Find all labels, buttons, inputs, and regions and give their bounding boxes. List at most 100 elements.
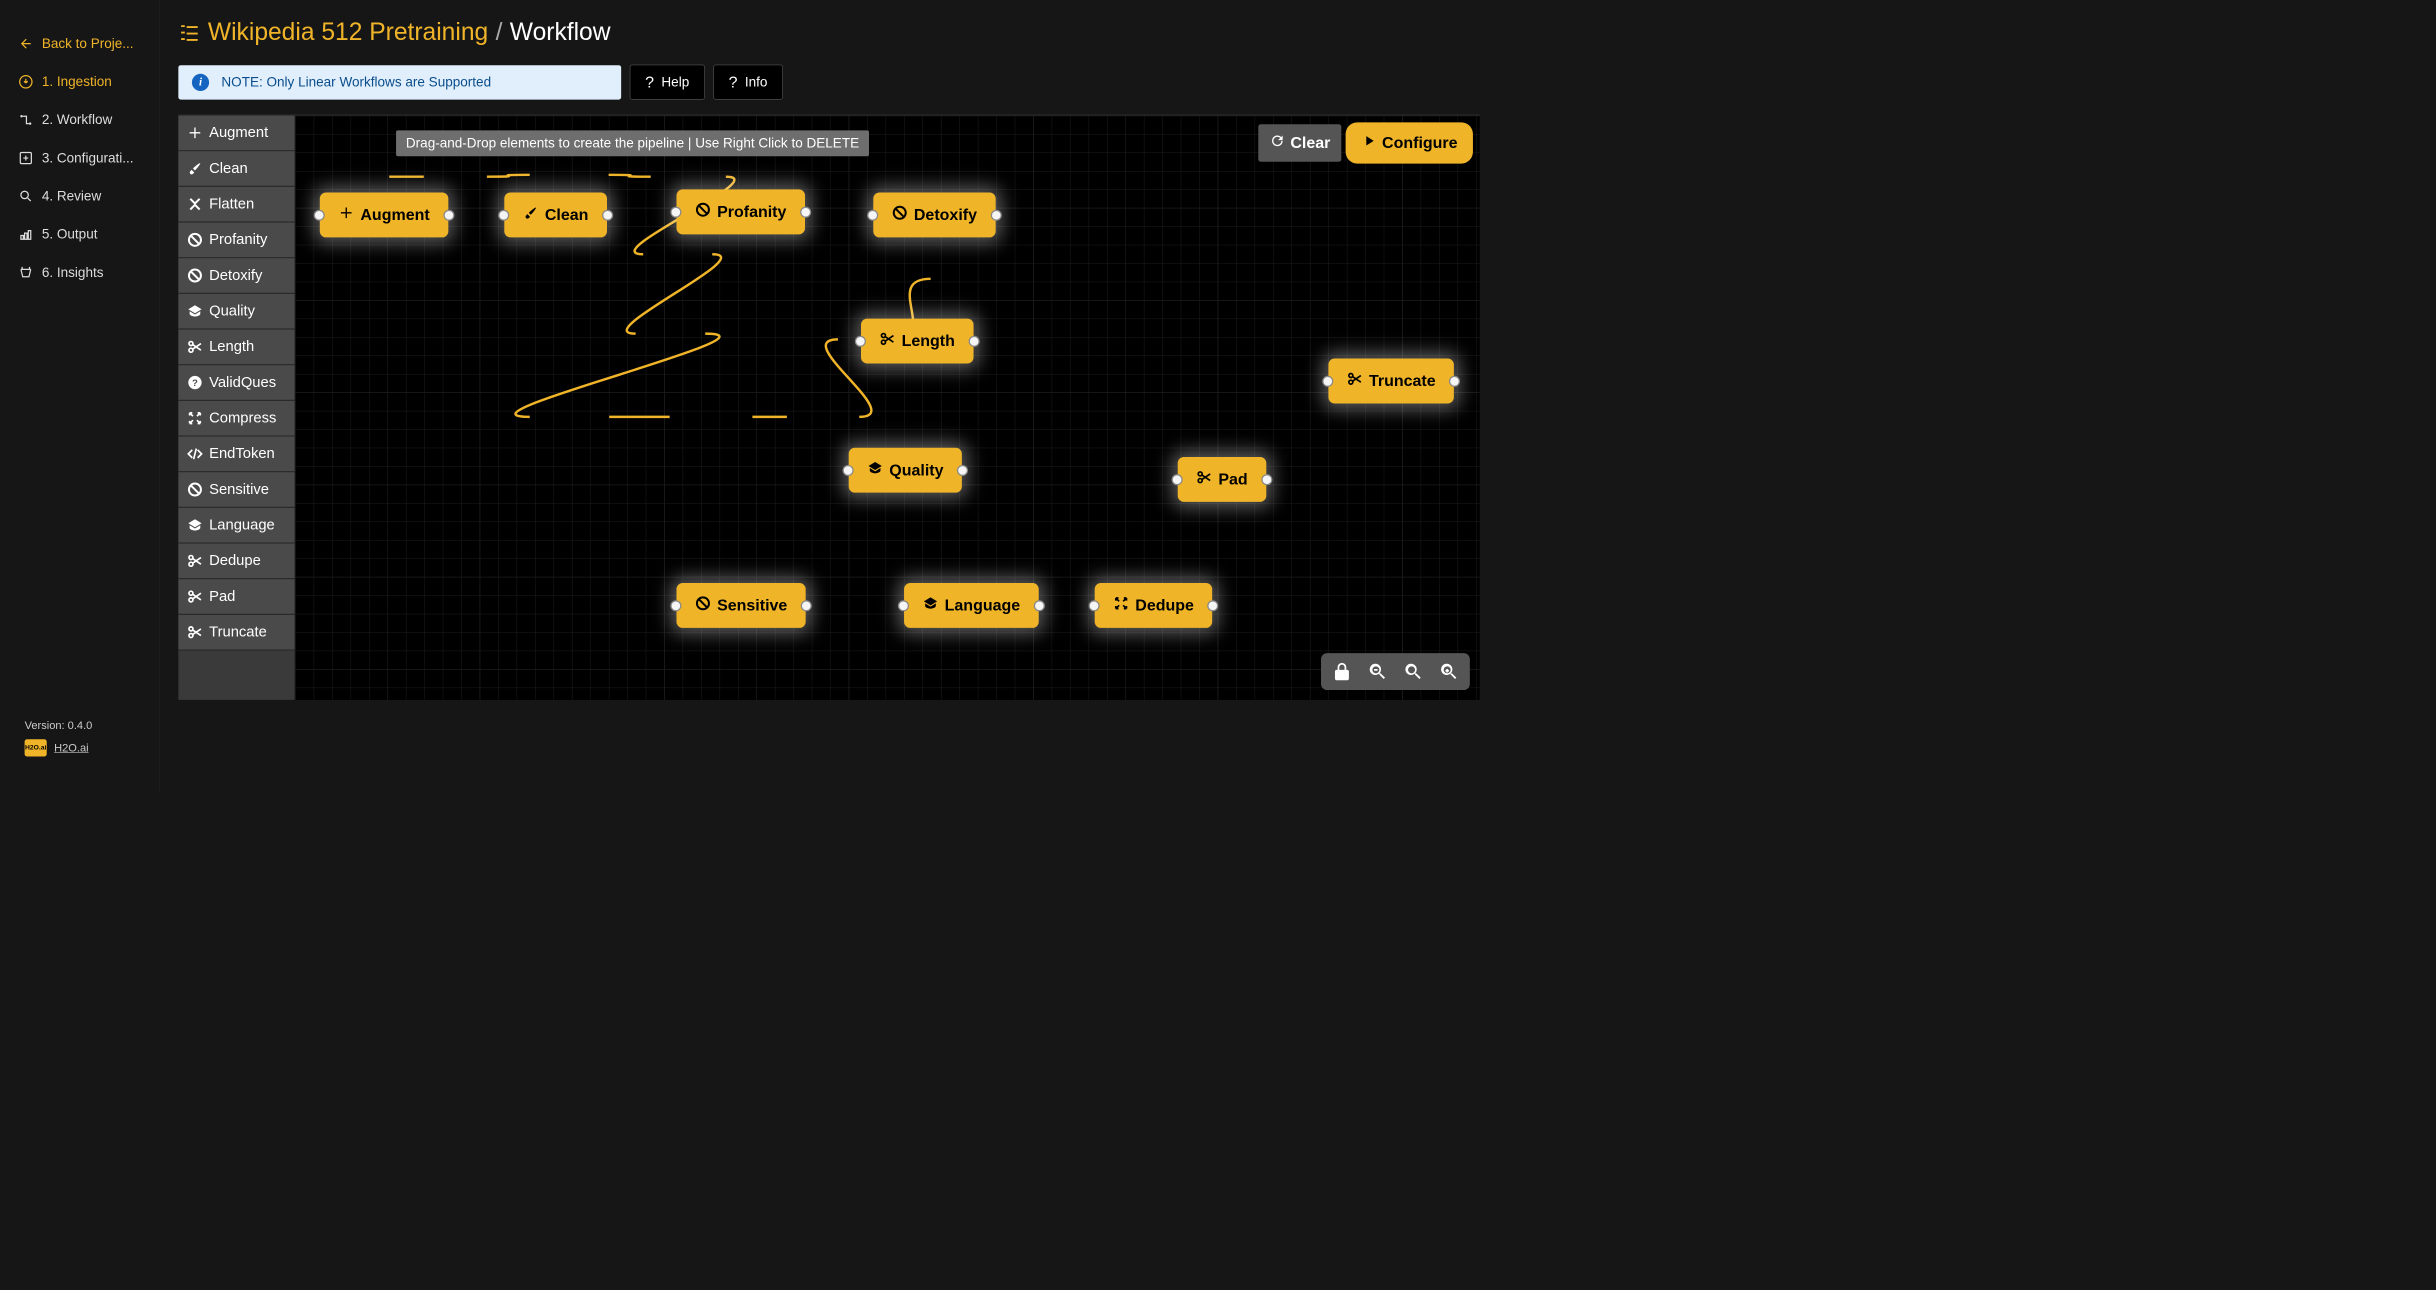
brand-link[interactable]: H2O.ai xyxy=(54,741,88,754)
breadcrumb-project[interactable]: Wikipedia 512 Pretraining xyxy=(208,18,488,46)
node-label: Pad xyxy=(1218,470,1247,489)
port-in[interactable] xyxy=(1089,600,1100,611)
help-button[interactable]: ? Help xyxy=(630,65,705,100)
cut-icon xyxy=(187,589,203,605)
zoom-out-button[interactable] xyxy=(1363,657,1393,687)
port-in[interactable] xyxy=(867,209,878,220)
node-language[interactable]: Language xyxy=(904,583,1039,628)
palette-item-augment[interactable]: Augment xyxy=(178,116,294,152)
ban-icon xyxy=(187,268,203,284)
breadcrumb-current: Workflow xyxy=(510,18,611,46)
port-in[interactable] xyxy=(314,209,325,220)
workspace: AugmentCleanFlattenProfanityDetoxifyQual… xyxy=(178,116,1479,700)
sidebar-back[interactable]: Back to Proje... xyxy=(0,25,159,63)
port-out[interactable] xyxy=(800,206,811,217)
node-length[interactable]: Length xyxy=(861,319,973,364)
node-label: Truncate xyxy=(1369,371,1436,390)
port-in[interactable] xyxy=(670,600,681,611)
node-pad[interactable]: Pad xyxy=(1178,457,1266,502)
palette-item-dedupe[interactable]: Dedupe xyxy=(178,544,294,580)
port-in[interactable] xyxy=(498,209,509,220)
configure-label: Configure xyxy=(1382,133,1458,152)
palette-item-clean[interactable]: Clean xyxy=(178,151,294,187)
sidebar-item-label: 5. Output xyxy=(42,226,98,242)
cut-icon xyxy=(187,553,203,569)
version-label: Version: 0.4.0 xyxy=(25,719,135,732)
question-icon: ? xyxy=(187,375,203,391)
palette-item-label: Flatten xyxy=(209,196,254,213)
zoom-reset-button[interactable] xyxy=(1399,657,1429,687)
sidebar-item-3-configurati-[interactable]: 3. Configurati... xyxy=(0,139,159,177)
lock-button[interactable] xyxy=(1327,657,1357,687)
sidebar-item-4-review[interactable]: 4. Review xyxy=(0,177,159,215)
grad-icon xyxy=(187,303,203,319)
sidebar-item-1-ingestion[interactable]: 1. Ingestion xyxy=(0,63,159,101)
configure-button[interactable]: Configure xyxy=(1348,124,1471,162)
compress-icon xyxy=(187,410,203,426)
bottom-controls xyxy=(1321,653,1470,690)
node-label: Quality xyxy=(889,461,943,480)
port-out[interactable] xyxy=(957,465,968,476)
node-augment[interactable]: Augment xyxy=(320,192,448,237)
palette-item-label: Sensitive xyxy=(209,481,269,498)
port-out[interactable] xyxy=(1207,600,1218,611)
palette-item-detoxify[interactable]: Detoxify xyxy=(178,258,294,294)
node-quality[interactable]: Quality xyxy=(849,448,962,493)
cut-icon xyxy=(1196,469,1212,489)
palette-item-pad[interactable]: Pad xyxy=(178,579,294,615)
port-in[interactable] xyxy=(1322,375,1333,386)
port-out[interactable] xyxy=(968,335,979,346)
info-icon: i xyxy=(192,73,209,90)
sidebar-item-6-insights[interactable]: 6. Insights xyxy=(0,253,159,291)
sidebar-item-5-output[interactable]: 5. Output xyxy=(0,215,159,253)
flatten-icon xyxy=(187,196,203,212)
palette-item-compress[interactable]: Compress xyxy=(178,401,294,437)
node-label: Profanity xyxy=(717,202,786,221)
palette-item-quality[interactable]: Quality xyxy=(178,294,294,330)
port-out[interactable] xyxy=(1261,474,1272,485)
breadcrumb-sep: / xyxy=(496,18,503,46)
node-dedupe[interactable]: Dedupe xyxy=(1095,583,1213,628)
node-detoxify[interactable]: Detoxify xyxy=(873,192,995,237)
palette-item-label: Language xyxy=(209,517,275,534)
zoom-in-button[interactable] xyxy=(1434,657,1464,687)
port-in[interactable] xyxy=(1172,474,1183,485)
node-label: Sensitive xyxy=(717,596,787,615)
port-in[interactable] xyxy=(855,335,866,346)
ban-icon xyxy=(187,482,203,498)
palette-item-flatten[interactable]: Flatten xyxy=(178,187,294,223)
refresh-icon xyxy=(1269,133,1285,153)
node-label: Clean xyxy=(545,205,589,224)
sidebar-item-2-workflow[interactable]: 2. Workflow xyxy=(0,101,159,139)
info-button[interactable]: ? Info xyxy=(713,65,783,100)
clear-button[interactable]: Clear xyxy=(1258,124,1341,162)
port-out[interactable] xyxy=(602,209,613,220)
port-out[interactable] xyxy=(1034,600,1045,611)
port-out[interactable] xyxy=(443,209,454,220)
node-sensitive[interactable]: Sensitive xyxy=(677,583,806,628)
port-out[interactable] xyxy=(801,600,812,611)
palette-item-truncate[interactable]: Truncate xyxy=(178,615,294,651)
palette-item-language[interactable]: Language xyxy=(178,508,294,544)
port-in[interactable] xyxy=(670,206,681,217)
port-in[interactable] xyxy=(843,465,854,476)
canvas[interactable]: Drag-and-Drop elements to create the pip… xyxy=(295,116,1479,700)
info-label: Info xyxy=(745,74,768,90)
node-label: Detoxify xyxy=(914,205,977,224)
node-truncate[interactable]: Truncate xyxy=(1328,359,1454,404)
palette-item-profanity[interactable]: Profanity xyxy=(178,223,294,259)
palette-item-validques[interactable]: ?ValidQues xyxy=(178,365,294,401)
palette-item-sensitive[interactable]: Sensitive xyxy=(178,472,294,508)
brand-badge: H2O.ai xyxy=(25,739,47,756)
node-profanity[interactable]: Profanity xyxy=(677,189,805,234)
node-clean[interactable]: Clean xyxy=(504,192,607,237)
palette-item-label: Length xyxy=(209,338,254,355)
palette-item-label: Compress xyxy=(209,410,276,427)
port-in[interactable] xyxy=(898,600,909,611)
output-icon xyxy=(18,227,33,242)
port-out[interactable] xyxy=(991,209,1002,220)
palette-item-length[interactable]: Length xyxy=(178,330,294,366)
note-text: NOTE: Only Linear Workflows are Supporte… xyxy=(221,74,491,90)
palette-item-endtoken[interactable]: EndToken xyxy=(178,437,294,473)
port-out[interactable] xyxy=(1449,375,1460,386)
